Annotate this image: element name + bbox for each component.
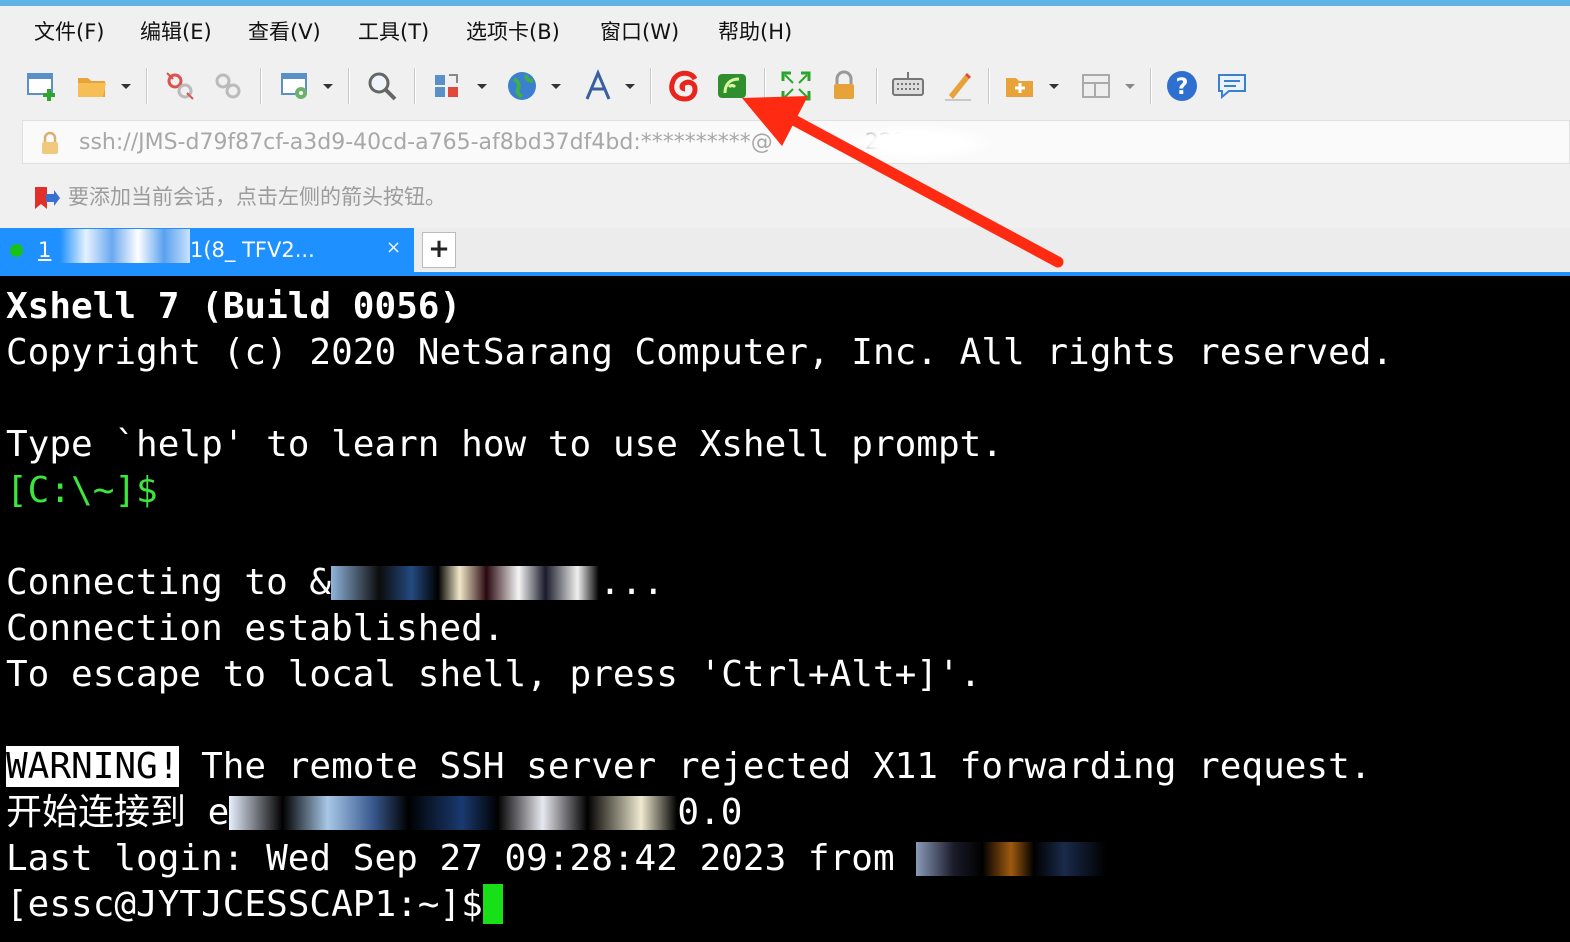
hint-text: 要添加当前会话，点击左侧的箭头按钮。 [68, 185, 446, 209]
menu-edit[interactable]: 编辑(E) [138, 14, 214, 50]
warning-label: WARNING! [6, 746, 180, 787]
svg-text:?: ? [1176, 75, 1189, 100]
fullscreen-icon[interactable] [776, 66, 816, 106]
transfer-dropdown-icon[interactable] [476, 80, 488, 92]
tab-title: 1(8_ TFV2... [60, 228, 380, 272]
disconnect-icon[interactable] [160, 66, 200, 106]
tab-bar: 1 1(8_ TFV2... × + [0, 228, 1570, 276]
toolbar-separator [414, 68, 416, 104]
new-folder-icon[interactable] [1000, 66, 1040, 106]
menu-tabs[interactable]: 选项卡(B) [464, 14, 562, 50]
redacted-host [331, 566, 600, 600]
keyboard-icon[interactable] [888, 66, 928, 106]
redacted-text [60, 229, 190, 263]
tab-session-1[interactable]: 1 1(8_ TFV2... × [0, 228, 414, 272]
open-dropdown-icon[interactable] [120, 80, 132, 92]
redacted-host [229, 796, 678, 830]
chat-icon[interactable] [1212, 66, 1252, 106]
banner-title: Xshell 7 (Build 0056) [6, 286, 462, 327]
new-session-icon[interactable] [22, 66, 62, 106]
menu-bar: 文件(F) 编辑(E) 查看(V) 工具(T) 选项卡(B) 窗口(W) 帮助(… [0, 14, 1570, 50]
toolbar-separator [876, 68, 878, 104]
menu-file[interactable]: 文件(F) [32, 14, 106, 50]
terminal-output[interactable]: Xshell 7 (Build 0056) Copyright (c) 2020… [0, 276, 1570, 942]
session-hint-bar: 要添加当前会话，点击左侧的箭头按钮。 [0, 174, 1570, 220]
transfer-icon[interactable] [428, 66, 468, 106]
properties-dropdown-icon[interactable] [322, 80, 334, 92]
bookmark-arrow-icon[interactable] [32, 184, 60, 212]
xmanager-icon[interactable] [712, 66, 752, 106]
toolbar: ? [0, 60, 1570, 112]
established-line: Connection established. [6, 608, 505, 649]
menu-window[interactable]: 窗口(W) [598, 14, 681, 50]
lock-icon[interactable] [824, 66, 864, 106]
remote-prompt-line: [essc@JYTJCESSCAP1:~]$ [6, 882, 503, 928]
folder-dropdown-icon[interactable] [1048, 80, 1060, 92]
connect-cn-line: 开始连接到 e 0.0 [6, 792, 743, 833]
reconnect-icon[interactable] [208, 66, 248, 106]
toolbar-separator [348, 68, 350, 104]
toolbar-separator [1150, 68, 1152, 104]
address-text[interactable]: ssh://JMS-d79f87cf-a3d9-40cd-a765-af8bd3… [79, 121, 907, 165]
new-tab-button[interactable]: + [422, 232, 456, 268]
connected-status-icon [10, 244, 23, 257]
tab-number: 1 [38, 238, 52, 262]
help-icon[interactable]: ? [1162, 66, 1202, 106]
toolbar-separator [988, 68, 990, 104]
window-chrome: 文件(F) 编辑(E) 查看(V) 工具(T) 选项卡(B) 窗口(W) 帮助(… [0, 0, 1570, 276]
menu-view[interactable]: 查看(V) [246, 14, 323, 50]
toolbar-separator [146, 68, 148, 104]
xftp-icon[interactable] [664, 66, 704, 106]
globe-dropdown-icon[interactable] [550, 80, 562, 92]
font-dropdown-icon[interactable] [624, 80, 636, 92]
terminal-cursor [482, 884, 503, 924]
local-prompt: [C:\~]$ [6, 470, 158, 511]
open-folder-icon[interactable] [72, 66, 112, 106]
layout-icon[interactable] [1076, 66, 1116, 106]
toolbar-separator [260, 68, 262, 104]
find-icon[interactable] [362, 66, 402, 106]
toolbar-separator [650, 68, 652, 104]
escape-hint-line: To escape to local shell, press 'Ctrl+Al… [6, 654, 982, 695]
lock-icon [42, 131, 58, 154]
layout-dropdown-icon[interactable] [1124, 80, 1136, 92]
font-icon[interactable] [578, 66, 618, 106]
toolbar-separator [764, 68, 766, 104]
address-bar[interactable]: ssh://JMS-d79f87cf-a3d9-40cd-a765-af8bd3… [22, 120, 1570, 164]
title-strip [0, 0, 1570, 6]
warning-line: WARNING! The remote SSH server rejected … [6, 746, 1372, 787]
copyright-line: Copyright (c) 2020 NetSarang Computer, I… [6, 332, 1394, 373]
connecting-line: Connecting to &... [6, 562, 665, 603]
properties-icon[interactable] [276, 66, 316, 106]
globe-icon[interactable] [502, 66, 542, 106]
redaction-blur [843, 125, 993, 161]
tab-close-button[interactable]: × [386, 228, 401, 268]
help-line: Type `help' to learn how to use Xshell p… [6, 424, 1003, 465]
menu-help[interactable]: 帮助(H) [716, 14, 794, 50]
highlight-icon[interactable] [938, 66, 978, 106]
redacted-ip [916, 842, 1107, 876]
last-login-line: Last login: Wed Sep 27 09:28:42 2023 fro… [6, 836, 1107, 882]
menu-tools[interactable]: 工具(T) [356, 14, 431, 50]
